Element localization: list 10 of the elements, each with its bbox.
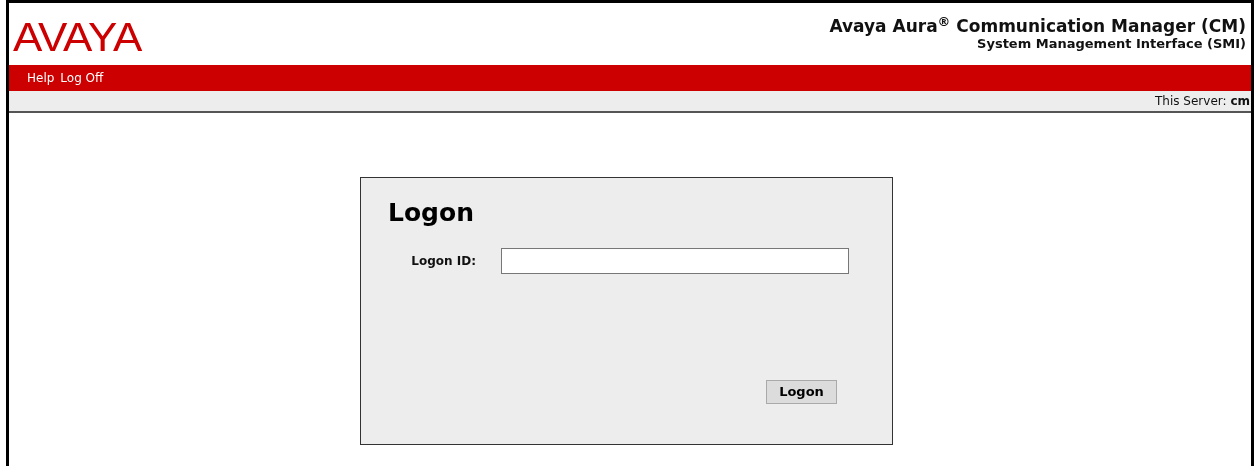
panel-title: Logon [388,198,475,228]
logon-id-field[interactable] [501,248,849,274]
app-subtitle: System Management Interface (SMI) [977,36,1246,52]
server-info: This Server: cm [1155,93,1250,110]
menu-link[interactable]: Log Off [60,69,104,87]
menu-link[interactable]: Help [27,69,55,87]
logo: AVAYA [13,17,142,57]
logon-button[interactable]: Logon [766,380,837,404]
field-label: Logon ID: [410,253,477,270]
app-title: Avaya Aura$^{®}$ Communication Manager (CM) [829,16,1246,36]
